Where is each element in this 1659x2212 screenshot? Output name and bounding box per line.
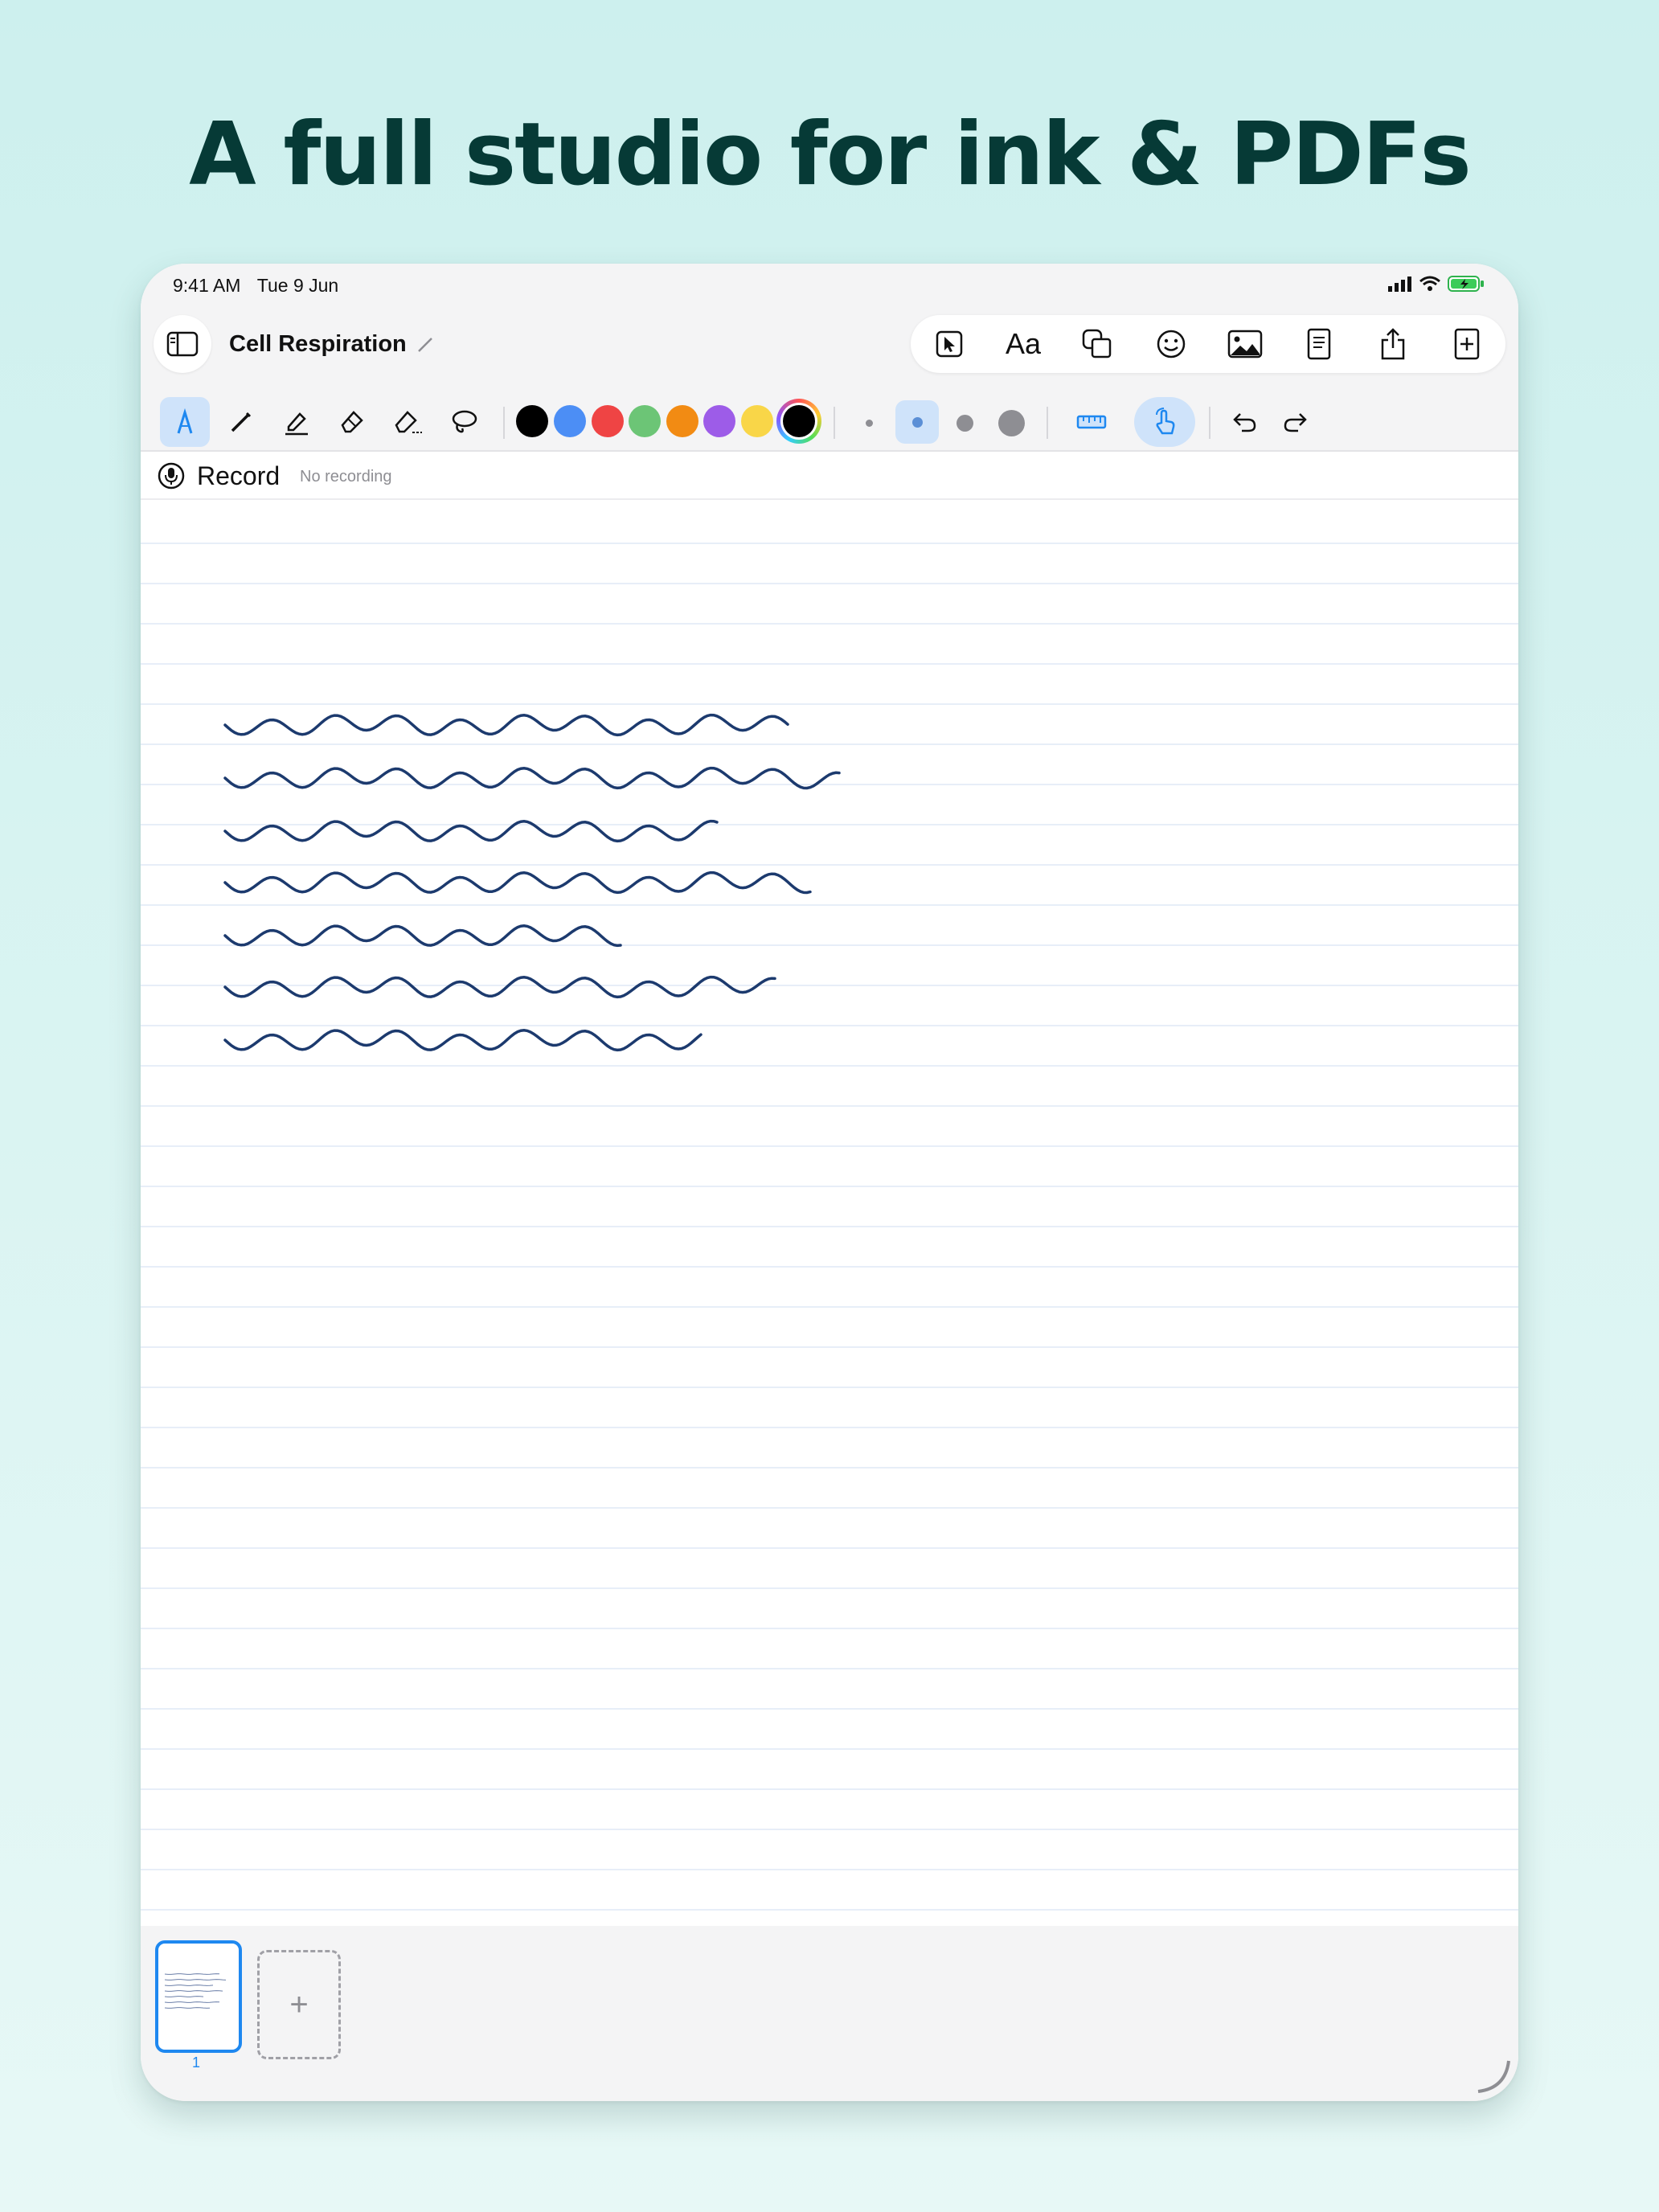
- lasso-icon: [452, 410, 477, 433]
- undo-button[interactable]: [1220, 397, 1270, 447]
- page-thumbnail[interactable]: [155, 1940, 242, 2053]
- highlighter-tool[interactable]: [272, 397, 322, 447]
- add-icon: [1454, 328, 1480, 360]
- sidebar-button[interactable]: [154, 315, 211, 373]
- headline: A full studio for ink & PDFs: [189, 104, 1472, 205]
- ruler-button[interactable]: [1067, 397, 1116, 447]
- status-time: 9:41 AM Tue 9 Jun: [173, 275, 338, 297]
- shapes-icon: [1082, 329, 1112, 358]
- pen-tool[interactable]: [160, 397, 210, 447]
- status-date: Tue 9 Jun: [256, 275, 339, 296]
- eraser-tool[interactable]: [327, 397, 377, 447]
- size-medium[interactable]: [956, 415, 973, 432]
- thumbnail-stroke: [164, 2001, 220, 2003]
- document-title-text: Cell Respiration: [229, 331, 407, 357]
- lasso-tool[interactable]: [439, 397, 489, 447]
- handwriting-stroke[interactable]: [223, 870, 812, 895]
- select-button[interactable]: [930, 325, 969, 363]
- signal-icon: [1388, 276, 1411, 292]
- text-button[interactable]: Aa: [1004, 325, 1043, 363]
- status-clock: 9:41 AM: [173, 275, 241, 296]
- document-title[interactable]: Cell Respiration: [229, 331, 434, 358]
- add-page-button[interactable]: +: [257, 1950, 341, 2059]
- size-extra-small[interactable]: [866, 420, 873, 427]
- drawing-toolbar: [141, 387, 1518, 452]
- thumbnail-stroke: [164, 1990, 223, 1992]
- color-swatch-yellow[interactable]: [741, 405, 773, 437]
- title-bar: Cell Respiration Aa: [141, 307, 1518, 387]
- emoji-icon: [1157, 330, 1186, 358]
- page-number: 1: [192, 2054, 201, 2071]
- toolbar-divider: [834, 407, 835, 439]
- share-button[interactable]: [1374, 325, 1412, 363]
- page-button[interactable]: [1300, 325, 1338, 363]
- add-button[interactable]: [1448, 325, 1486, 363]
- toolbar-divider: [1047, 407, 1048, 439]
- status-bar: 9:41 AM Tue 9 Jun: [141, 264, 1518, 307]
- page-tray: 1 +: [141, 1926, 1518, 2101]
- add-page-plus: +: [289, 1986, 309, 2022]
- handwriting-stroke[interactable]: [223, 975, 776, 999]
- size-large[interactable]: [998, 410, 1025, 436]
- custom-color-current: [780, 403, 817, 440]
- record-bar: Record No recording: [141, 452, 1518, 500]
- custom-color-picker[interactable]: [776, 399, 821, 444]
- resize-handle-icon[interactable]: [1473, 2056, 1514, 2096]
- pen-icon: [177, 408, 193, 434]
- ruled-page[interactable]: [141, 500, 1518, 1926]
- highlighter-icon: [285, 412, 308, 436]
- note-canvas[interactable]: [141, 500, 1518, 1926]
- shapes-button[interactable]: [1078, 325, 1116, 363]
- toolbar-divider: [1209, 407, 1210, 439]
- color-swatch-blue[interactable]: [554, 405, 586, 437]
- pointer-icon: [936, 330, 963, 358]
- touch-draw-toggle[interactable]: [1134, 397, 1195, 447]
- ruler-icon: [1076, 415, 1107, 429]
- page-icon: [1307, 328, 1331, 360]
- image-button[interactable]: [1226, 325, 1264, 363]
- touch-icon: [1156, 408, 1175, 435]
- color-swatch-green[interactable]: [629, 405, 661, 437]
- record-button[interactable]: [157, 461, 186, 494]
- ipad-window: 9:41 AM Tue 9 Jun Cell Respiration Aa Re…: [141, 264, 1518, 2101]
- pencil-icon[interactable]: [416, 336, 434, 354]
- status-indicators: [1388, 275, 1485, 293]
- emoji-button[interactable]: [1152, 325, 1190, 363]
- thumbnail-stroke: [164, 1985, 214, 1986]
- handwriting-stroke[interactable]: [223, 713, 789, 737]
- pencil-icon: [231, 412, 252, 432]
- color-swatch-orange[interactable]: [666, 405, 698, 437]
- handwriting-stroke[interactable]: [223, 924, 622, 948]
- current-color-dot: [783, 405, 815, 437]
- wifi-icon: [1419, 276, 1440, 291]
- top-actions: Aa: [911, 315, 1505, 373]
- image-icon: [1227, 330, 1263, 358]
- pencil-tool[interactable]: [216, 397, 266, 447]
- toolbar-divider: [503, 407, 505, 439]
- redo-icon: [1284, 413, 1307, 432]
- mic-icon: [158, 462, 185, 490]
- text-icon: Aa: [1005, 327, 1042, 360]
- undo-icon: [1233, 413, 1256, 432]
- size-small-dot: [911, 416, 923, 428]
- color-swatch-black[interactable]: [516, 405, 548, 437]
- stroke-eraser-icon: [395, 411, 422, 433]
- thumbnail-stroke: [164, 1973, 220, 1975]
- sidebar-icon: [166, 331, 199, 357]
- stroke-eraser-tool[interactable]: [383, 397, 433, 447]
- share-icon: [1381, 328, 1405, 360]
- handwriting-stroke[interactable]: [223, 1029, 703, 1052]
- redo-button[interactable]: [1270, 397, 1320, 447]
- color-swatch-red[interactable]: [592, 405, 624, 437]
- page-thumbnail-preview: [164, 1973, 227, 2009]
- thumbnail-stroke: [164, 2007, 211, 2009]
- record-label[interactable]: Record: [197, 461, 280, 491]
- size-small-selected[interactable]: [895, 400, 939, 444]
- recording-status: No recording: [300, 468, 392, 485]
- thumbnail-stroke: [164, 1979, 227, 1981]
- color-swatch-purple[interactable]: [703, 405, 735, 437]
- battery-icon: [1448, 276, 1484, 292]
- eraser-icon: [341, 411, 363, 433]
